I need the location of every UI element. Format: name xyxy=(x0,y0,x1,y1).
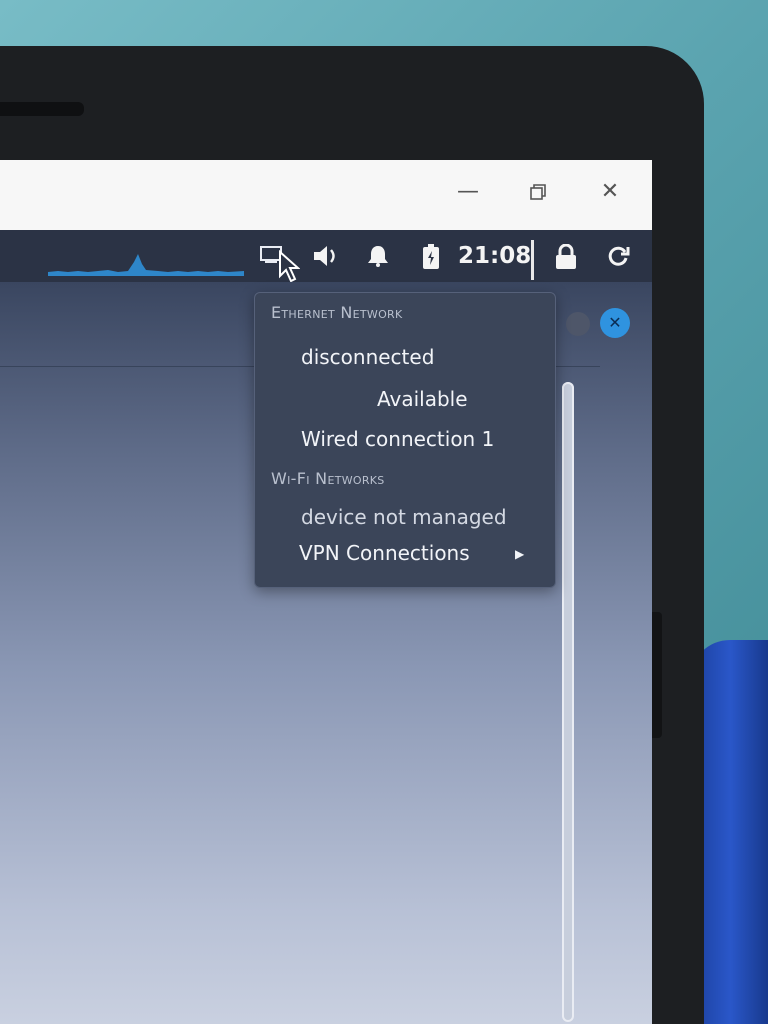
close-icon[interactable]: ✕ xyxy=(590,174,630,210)
lock-icon[interactable] xyxy=(554,243,578,277)
vpn-connections-item[interactable]: VPN Connections xyxy=(299,541,470,565)
scrollbar[interactable] xyxy=(562,382,574,1022)
ethernet-available: Available xyxy=(377,387,468,411)
tray-separator xyxy=(531,240,534,280)
wifi-header: Wi-Fi Networks xyxy=(271,469,385,488)
window-menu-dot[interactable] xyxy=(566,312,590,336)
clock[interactable]: 21:08 xyxy=(458,244,531,268)
battery-icon[interactable] xyxy=(422,244,440,277)
submenu-arrow-icon: ▶ xyxy=(515,547,525,561)
volume-icon[interactable] xyxy=(312,244,340,275)
bezel-notch xyxy=(0,102,84,116)
wired-connection-item[interactable]: Wired connection 1 xyxy=(301,427,494,451)
screen: — ✕ 21:08 ✕ Ethernet Network disconnecte… xyxy=(0,160,652,1024)
power-icon[interactable] xyxy=(606,244,630,275)
window-close-button[interactable]: ✕ xyxy=(600,308,630,338)
activity-graph xyxy=(48,254,244,276)
bell-icon[interactable] xyxy=(366,244,390,275)
ethernet-status: disconnected xyxy=(301,345,435,369)
restore-icon[interactable] xyxy=(518,174,558,210)
wifi-status: device not managed xyxy=(301,505,507,529)
network-menu: Ethernet Network disconnected Available … xyxy=(254,292,556,588)
ethernet-header: Ethernet Network xyxy=(271,303,403,322)
window-titlebar: — ✕ xyxy=(0,160,652,231)
top-panel: 21:08 xyxy=(0,230,652,283)
minimize-icon[interactable]: — xyxy=(448,174,488,210)
